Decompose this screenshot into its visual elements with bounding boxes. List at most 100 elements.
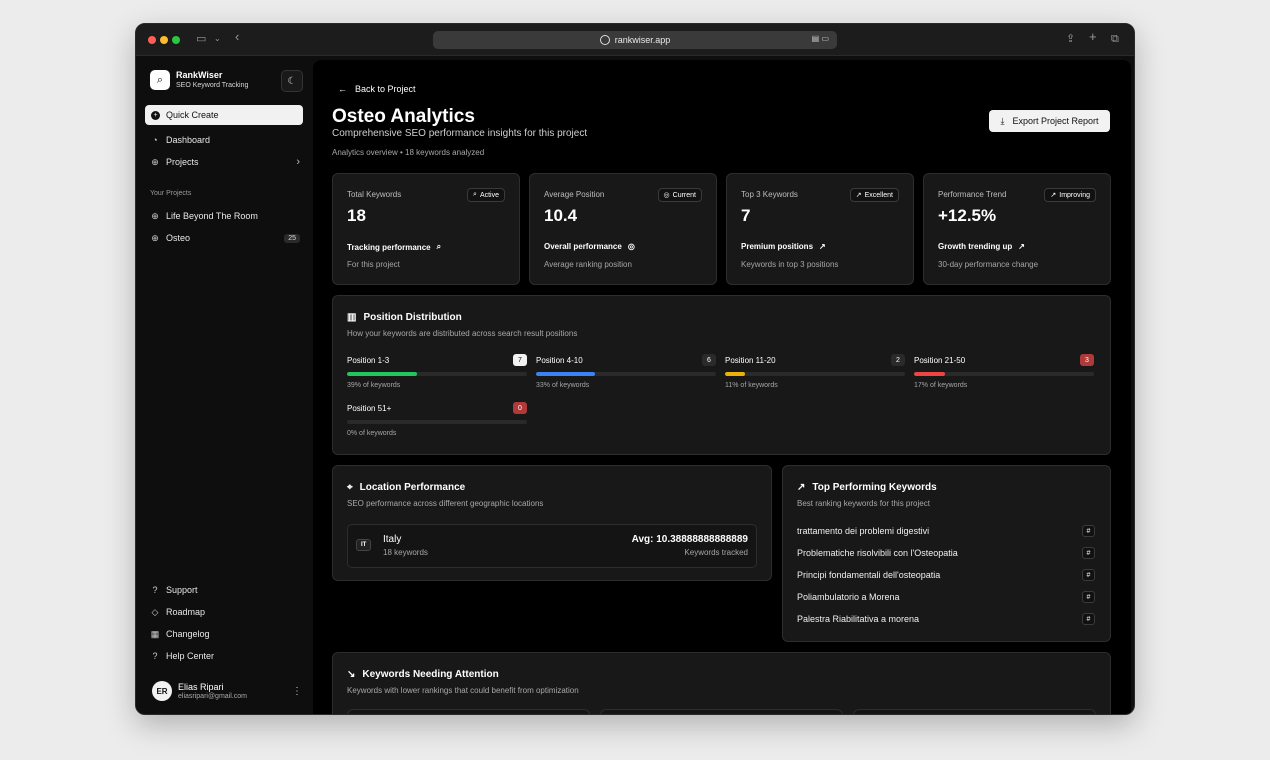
new-tab-icon[interactable]: + xyxy=(1089,30,1097,44)
position-count-badge: 6 xyxy=(702,354,716,366)
card-title: ⌖ Location Performance xyxy=(347,482,465,493)
close-window-button[interactable] xyxy=(148,36,156,44)
position-percent: 17% of keywords xyxy=(914,382,968,389)
trend-up-icon: ↗ xyxy=(819,242,826,251)
sidebar-item-project[interactable]: ⊕ Osteo 25 xyxy=(150,231,300,245)
sidebar-item-label: Roadmap xyxy=(166,607,206,617)
position-count-badge: 3 xyxy=(1080,354,1094,366)
position-count-badge: 7 xyxy=(513,354,527,366)
keyword-list-item[interactable]: Principi fondamentali dell'osteopatia # xyxy=(797,569,1095,581)
badge-label: Improving xyxy=(1059,191,1090,199)
brand-subtitle: SEO Keyword Tracking xyxy=(176,82,249,89)
position-distribution-card: ▥ Position Distribution How your keywords… xyxy=(332,295,1111,455)
trend-up-icon: ↗ xyxy=(1050,192,1057,199)
stat-label: Top 3 Keywords xyxy=(741,190,798,199)
card-title-label: Top Performing Keywords xyxy=(812,482,937,493)
position-percent: 11% of keywords xyxy=(725,382,778,389)
quick-create-label: Quick Create xyxy=(166,110,219,120)
minimize-window-button[interactable] xyxy=(160,36,168,44)
target-icon: ◎ xyxy=(627,242,635,251)
stat-foot-sub: 30-day performance change xyxy=(938,260,1039,269)
sidebar-item-support[interactable]: ? Support xyxy=(150,583,300,597)
keyword-list-item[interactable]: trattamento dei problemi digestivi # xyxy=(797,525,1095,537)
sidebar-item-label: Changelog xyxy=(166,629,210,639)
brand[interactable]: ⌕ RankWiser SEO Keyword Tracking xyxy=(150,70,248,90)
attention-keyword-card[interactable] xyxy=(853,709,1096,714)
position-progress-fill xyxy=(914,372,945,376)
sidebar-item-projects[interactable]: ⊕ Projects › xyxy=(150,155,300,169)
stat-value: 18 xyxy=(347,206,366,225)
sidebar-item-changelog[interactable]: ▦ Changelog xyxy=(150,627,300,641)
attention-keyword-card[interactable] xyxy=(600,709,843,714)
keyword-list-item[interactable]: Poliambulatorio a Morena # xyxy=(797,591,1095,603)
sidebar-item-roadmap[interactable]: ◇ Roadmap xyxy=(150,605,300,619)
search-icon: ⌕ xyxy=(436,242,442,251)
trend-up-icon: ↗ xyxy=(855,192,862,199)
globe-icon: ⊕ xyxy=(151,232,159,243)
stat-foot: Overall performance ◎ xyxy=(544,242,635,251)
position-progress-fill xyxy=(725,372,745,376)
chevron-right-icon: › xyxy=(296,156,300,168)
status-badge: ⌕ Active xyxy=(467,188,505,202)
stat-foot-sub: Average ranking position xyxy=(544,260,632,269)
location-performance-card: ⌖ Location Performance SEO performance ac… xyxy=(332,465,772,581)
bar-chart-icon: ▥ xyxy=(347,312,357,323)
position-count-badge: 0 xyxy=(513,402,527,414)
status-badge: ↗ Improving xyxy=(1044,188,1096,202)
sidebar-item-help-center[interactable]: ? Help Center xyxy=(150,649,300,663)
hash-icon: # xyxy=(1082,569,1095,581)
keyword-list-item[interactable]: Problematiche risolvibili con l'Osteopat… xyxy=(797,547,1095,559)
hash-icon: # xyxy=(1082,525,1095,537)
tab-overview-icon[interactable]: ⧉ xyxy=(1111,32,1119,46)
changelog-icon: ▦ xyxy=(150,628,160,639)
user-menu[interactable]: ER Elias Ripari eliasripari@gmail.com ⋮ xyxy=(152,680,302,702)
back-label: Back to Project xyxy=(355,84,416,94)
share-icon[interactable]: ⇪ xyxy=(1066,32,1075,46)
attention-keyword-card[interactable] xyxy=(347,709,590,714)
stat-foot: Tracking performance ⌕ xyxy=(347,242,441,252)
back-to-project-link[interactable]: ← Back to Project xyxy=(338,84,416,94)
hash-icon: # xyxy=(1082,591,1095,603)
sidebar: ⌕ RankWiser SEO Keyword Tracking ☾ + Qui… xyxy=(136,56,312,714)
sidebar-item-label: Life Beyond The Room xyxy=(166,211,258,221)
stat-card-top-3-keywords: Top 3 Keywords ↗ Excellent 7 Premium posi… xyxy=(726,173,914,285)
hash-icon: # xyxy=(1082,547,1095,559)
url-bar[interactable]: rankwiser.app ▤ ▭ xyxy=(433,31,837,49)
back-arrow-icon[interactable]: ‹ xyxy=(235,30,239,44)
site-favicon-icon xyxy=(599,35,610,45)
attention-card: ↘ Keywords Needing Attention Keywords wit… xyxy=(332,652,1111,714)
position-count-badge: 2 xyxy=(891,354,905,366)
location-row[interactable]: IT Italy 18 keywords Avg: 10.38888888888… xyxy=(347,524,757,568)
download-icon: ⤓ xyxy=(1000,115,1005,126)
stat-value: +12.5% xyxy=(938,206,997,225)
trend-down-icon: ↘ xyxy=(347,669,356,680)
brand-name: RankWiser xyxy=(176,70,223,80)
status-badge: ↗ Excellent xyxy=(849,188,899,202)
position-progress-track xyxy=(347,372,527,376)
theme-toggle-button[interactable]: ☾ xyxy=(281,70,303,92)
search-icon: ⌕ xyxy=(473,191,477,198)
zoom-window-button[interactable] xyxy=(172,36,180,44)
sidebar-item-dashboard[interactable]: ◔ Dashboard xyxy=(150,133,300,147)
keyword-list-item[interactable]: Palestra Riabilitativa a morena # xyxy=(797,613,1095,625)
reader-mode-icon[interactable]: ▤ ▭ xyxy=(812,34,829,43)
keyword-text: trattamento dei problemi digestivi xyxy=(797,526,930,536)
sidebar-item-project[interactable]: ⊕ Life Beyond The Room xyxy=(150,209,300,223)
position-percent: 33% of keywords xyxy=(536,382,590,389)
browser-window: ▭ ⌄ ‹ rankwiser.app ▤ ▭ ⇪ + ⧉ ⌕ RankWise… xyxy=(135,23,1135,715)
keyword-text: Poliambulatorio a Morena xyxy=(797,592,900,602)
browser-titlebar: ▭ ⌄ ‹ rankwiser.app ▤ ▭ ⇪ + ⧉ xyxy=(136,24,1134,56)
help-circle-icon: ? xyxy=(152,585,158,595)
position-label: Position 1-3 xyxy=(347,356,390,365)
sidebar-toggle-icon[interactable]: ▭ xyxy=(196,32,206,46)
stat-card-performance-trend: Performance Trend ↗ Improving +12.5% Grow… xyxy=(923,173,1111,285)
position-label: Position 51+ xyxy=(347,404,392,413)
export-report-button[interactable]: ⤓ Export Project Report xyxy=(989,110,1110,132)
keyword-text: Problematiche risolvibili con l'Osteopat… xyxy=(797,548,958,558)
quick-create-button[interactable]: + Quick Create xyxy=(145,105,303,125)
stat-label: Performance Trend xyxy=(938,190,1007,199)
more-vertical-icon[interactable]: ⋮ xyxy=(292,686,302,697)
chevron-down-icon[interactable]: ⌄ xyxy=(214,32,221,46)
stat-foot: Growth trending up ↗ xyxy=(938,242,1025,251)
page-subtitle: Comprehensive SEO performance insights f… xyxy=(332,128,588,139)
